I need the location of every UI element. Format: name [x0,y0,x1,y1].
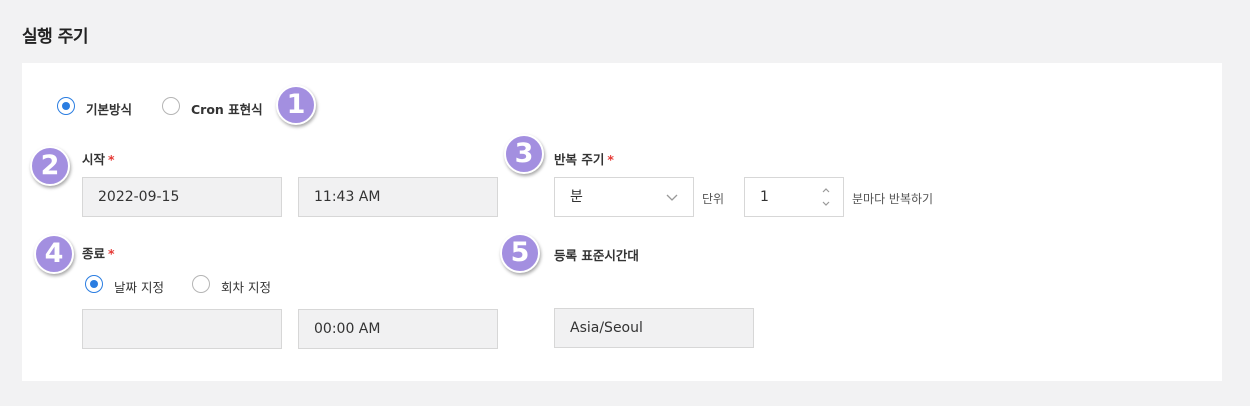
start-label: 시작 * [82,152,115,167]
end-date-input[interactable] [82,309,282,349]
radio-end-by-count-label[interactable]: 회차 지정 [221,277,271,296]
section-title: 실행 주기 [22,27,88,47]
step-badge-3: 3 [504,134,544,174]
repeat-unit-select[interactable]: 분 [554,177,694,217]
required-mark: * [607,152,614,167]
step-badge-2: 2 [30,146,70,186]
radio-cron-mode[interactable] [162,97,180,115]
timezone-label: 등록 표준시간대 [554,248,639,263]
step-badge-5: 5 [500,233,540,273]
timezone-input[interactable]: Asia/Seoul [554,308,754,348]
radio-basic-mode[interactable] [57,97,75,115]
repeat-suffix-label: 분마다 반복하기 [852,192,934,206]
radio-end-by-date-label[interactable]: 날짜 지정 [114,277,164,296]
required-mark: * [108,246,115,261]
repeat-interval-value: 1 [760,189,769,205]
schedule-card: 기본방식 Cron 표현식 1 2 시작 * 2022-09-15 11:43 A… [22,63,1222,381]
radio-basic-mode-label[interactable]: 기본방식 [86,99,132,118]
repeat-interval-stepper[interactable]: 1 [744,177,844,217]
step-badge-4: 4 [34,234,74,274]
repeat-unit-value: 분 [570,189,583,205]
repeat-unit-label: 단위 [702,192,725,206]
start-date-input[interactable]: 2022-09-15 [82,177,282,217]
radio-cron-mode-label[interactable]: Cron 표현식 [191,99,263,118]
required-mark: * [108,152,115,167]
repeat-label: 반복 주기 * [554,152,614,167]
start-time-input[interactable]: 11:43 AM [298,177,498,217]
end-time-input[interactable]: 00:00 AM [298,309,498,349]
radio-end-by-count[interactable] [192,275,210,293]
chevron-down-icon [666,194,678,201]
radio-end-by-date[interactable] [85,275,103,293]
step-badge-1: 1 [276,85,316,125]
spinner-arrows-icon[interactable] [821,186,831,208]
end-label: 종료 * [82,246,115,261]
